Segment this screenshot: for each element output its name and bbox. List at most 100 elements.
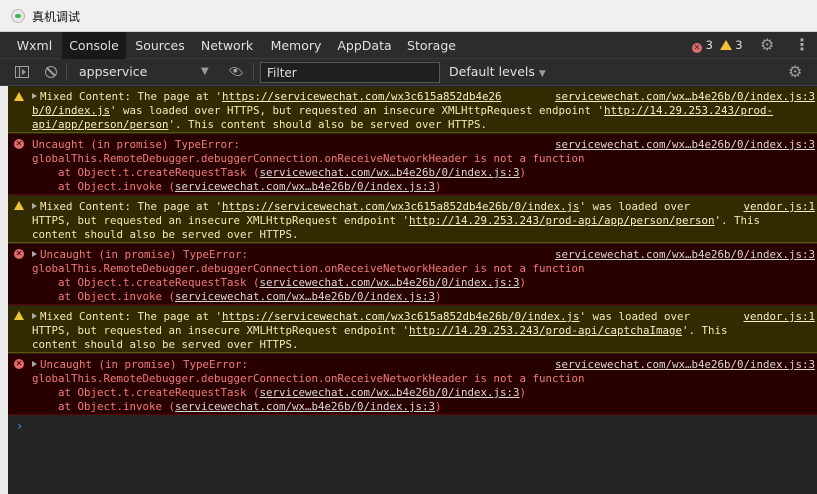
message-line: Uncaught (in promise) TypeError: — [32, 358, 248, 372]
message-line: Uncaught (in promise) TypeError: — [32, 138, 241, 151]
expand-triangle-icon[interactable] — [32, 313, 37, 319]
message-link[interactable]: b/0/index.js — [32, 104, 110, 117]
console-message-warning: Mixed Content: The page at 'https://serv… — [8, 196, 817, 243]
message-link[interactable]: http://14.29.253.243/prod-api/captchaIma… — [409, 324, 682, 337]
message-line: content should also be served over HTTPS… — [32, 338, 299, 351]
gear-icon[interactable]: ⚙ — [760, 37, 774, 53]
context-select[interactable]: appservice — [73, 62, 218, 82]
message-source-link[interactable]: vendor.js:1 — [743, 310, 815, 324]
expand-triangle-icon[interactable] — [32, 361, 37, 367]
warning-icon — [14, 92, 24, 101]
expand-triangle-icon[interactable] — [32, 93, 37, 99]
console-message-error: ✕ Uncaught (in promise) TypeError: globa… — [8, 134, 817, 195]
message-line: HTTPS, but requested an insecure XMLHttp… — [32, 214, 760, 228]
tab-memory[interactable]: Memory — [266, 32, 326, 59]
kebab-icon[interactable]: ⋮ — [794, 36, 810, 54]
stack-link[interactable]: servicewechat.com/wx…b4e26b/0/index.js:3 — [175, 290, 435, 303]
expand-triangle-icon[interactable] — [32, 251, 37, 257]
error-icon: ✕ — [14, 359, 24, 369]
message-text: at Object.invoke ( — [32, 290, 176, 303]
panel-left-edge — [0, 86, 8, 494]
console-message-error: ✕ Uncaught (in promise) TypeError: globa… — [8, 244, 817, 305]
message-text: ) — [519, 166, 527, 179]
wechat-devtools-icon — [11, 9, 25, 23]
message-line: globalThis.RemoteDebugger.debuggerConnec… — [32, 152, 585, 165]
chevron-down-icon: ▼ — [538, 69, 546, 79]
message-text: at Object.t.createRequestTask ( — [32, 386, 260, 399]
stack-frame: at Object.invoke (servicewechat.com/wx…b… — [32, 180, 442, 194]
message-link[interactable]: http://14.29.253.243/prod- — [604, 104, 773, 117]
tab-sources[interactable]: Sources — [131, 32, 189, 59]
toolbar-divider — [66, 63, 67, 81]
window-titlebar: 真机调试 — [0, 0, 817, 32]
message-source-link[interactable]: vendor.js:1 — [743, 200, 815, 214]
message-source-link[interactable]: servicewechat.com/wx…b4e26b/0/index.js:3 — [555, 248, 815, 262]
error-icon: ✕ — [14, 249, 24, 259]
filter-input[interactable] — [260, 62, 440, 83]
tab-network[interactable]: Network — [197, 32, 257, 59]
message-link[interactable]: https://servicewechat.com/wx3c615a852db4… — [222, 200, 580, 213]
message-link[interactable]: api/app/person/person — [32, 118, 169, 131]
message-link[interactable]: http://14.29.253.243/prod-api/app/person… — [409, 214, 715, 227]
message-line: globalThis.RemoteDebugger.debuggerConnec… — [32, 262, 585, 275]
console-message-error: ✕ Uncaught (in promise) TypeError: globa… — [8, 354, 817, 415]
toolbar-divider — [253, 63, 254, 81]
tab-console[interactable]: Console — [62, 32, 126, 59]
message-text: HTTPS, but requested an insecure XMLHttp… — [32, 214, 410, 227]
stack-frame: at Object.t.createRequestTask (servicewe… — [32, 276, 526, 290]
error-icon: ✕ — [692, 43, 702, 53]
tab-storage[interactable]: Storage — [403, 32, 460, 59]
sidebar-toggle-icon[interactable] — [15, 66, 29, 78]
message-source-link[interactable]: servicewechat.com/wx…b4e26b/0/index.js:3 — [555, 138, 815, 152]
clear-console-icon[interactable] — [45, 66, 57, 78]
message-text: ' was loaded over HTTPS, but requested a… — [110, 104, 605, 117]
message-line: content should also be served over HTTPS… — [32, 228, 299, 241]
message-text: at Object.invoke ( — [32, 400, 176, 413]
stack-frame: at Object.t.createRequestTask (servicewe… — [32, 166, 526, 180]
message-line: Mixed Content: The page at 'https://serv… — [32, 310, 697, 324]
message-text: ' was loaded over — [579, 310, 697, 323]
stack-link[interactable]: servicewechat.com/wx…b4e26b/0/index.js:3 — [260, 386, 520, 399]
message-text: Mixed Content: The page at ' — [40, 200, 223, 213]
message-text: '. This — [682, 324, 728, 337]
error-count: 3 — [705, 38, 713, 52]
message-source-link[interactable]: servicewechat.com/wx…b4e26b/0/index.js:3 — [555, 90, 815, 104]
expand-triangle-icon[interactable] — [32, 203, 37, 209]
stack-link[interactable]: servicewechat.com/wx…b4e26b/0/index.js:3 — [175, 180, 435, 193]
warning-count: 3 — [735, 38, 743, 52]
message-text: at Object.t.createRequestTask ( — [32, 276, 260, 289]
stack-frame: at Object.t.createRequestTask (servicewe… — [32, 386, 526, 400]
message-text: '. This — [714, 214, 761, 227]
tab-appdata[interactable]: AppData — [333, 32, 396, 59]
message-source-link[interactable]: servicewechat.com/wx…b4e26b/0/index.js:3 — [555, 358, 815, 372]
message-text: Uncaught (in promise) TypeError: — [40, 358, 249, 371]
message-text: at Object.invoke ( — [32, 180, 176, 193]
window-title: 真机调试 — [32, 10, 81, 24]
tab-wxml[interactable]: Wxml — [11, 32, 58, 59]
message-link[interactable]: https://servicewechat.com/wx3c615a852db4… — [222, 310, 580, 323]
message-link[interactable]: https://servicewechat.com/wx3c615a852db4… — [222, 90, 502, 103]
message-line: globalThis.RemoteDebugger.debuggerConnec… — [32, 372, 585, 385]
stack-link[interactable]: servicewechat.com/wx…b4e26b/0/index.js:3 — [260, 276, 520, 289]
message-line: Uncaught (in promise) TypeError: — [32, 248, 248, 262]
message-text: Uncaught (in promise) TypeError: — [40, 248, 249, 261]
issue-counts[interactable]: ✕ 3 3 — [692, 38, 743, 54]
gear-icon[interactable]: ⚙ — [788, 64, 802, 80]
message-text: '. This content should also be served ov… — [168, 118, 488, 131]
warning-icon — [719, 40, 732, 50]
console-prompt[interactable]: › — [16, 419, 23, 433]
message-line: b/0/index.js' was loaded over HTTPS, but… — [32, 104, 773, 118]
console-message-warning: Mixed Content: The page at 'https://serv… — [8, 306, 817, 353]
message-text: ) — [519, 386, 527, 399]
console-message-warning: Mixed Content: The page at 'https://serv… — [8, 87, 817, 133]
message-text: Mixed Content: The page at ' — [40, 310, 223, 323]
stack-frame: at Object.invoke (servicewechat.com/wx…b… — [32, 290, 442, 304]
message-line: Mixed Content: The page at 'https://serv… — [32, 200, 697, 214]
warning-icon — [14, 201, 24, 210]
chevron-down-icon: ▼ — [201, 66, 209, 77]
log-levels-select[interactable]: Default levels ▼ — [449, 62, 546, 82]
stack-link[interactable]: servicewechat.com/wx…b4e26b/0/index.js:3 — [175, 400, 435, 413]
message-line: HTTPS, but requested an insecure XMLHttp… — [32, 324, 728, 338]
warning-icon — [14, 311, 24, 320]
stack-link[interactable]: servicewechat.com/wx…b4e26b/0/index.js:3 — [260, 166, 520, 179]
